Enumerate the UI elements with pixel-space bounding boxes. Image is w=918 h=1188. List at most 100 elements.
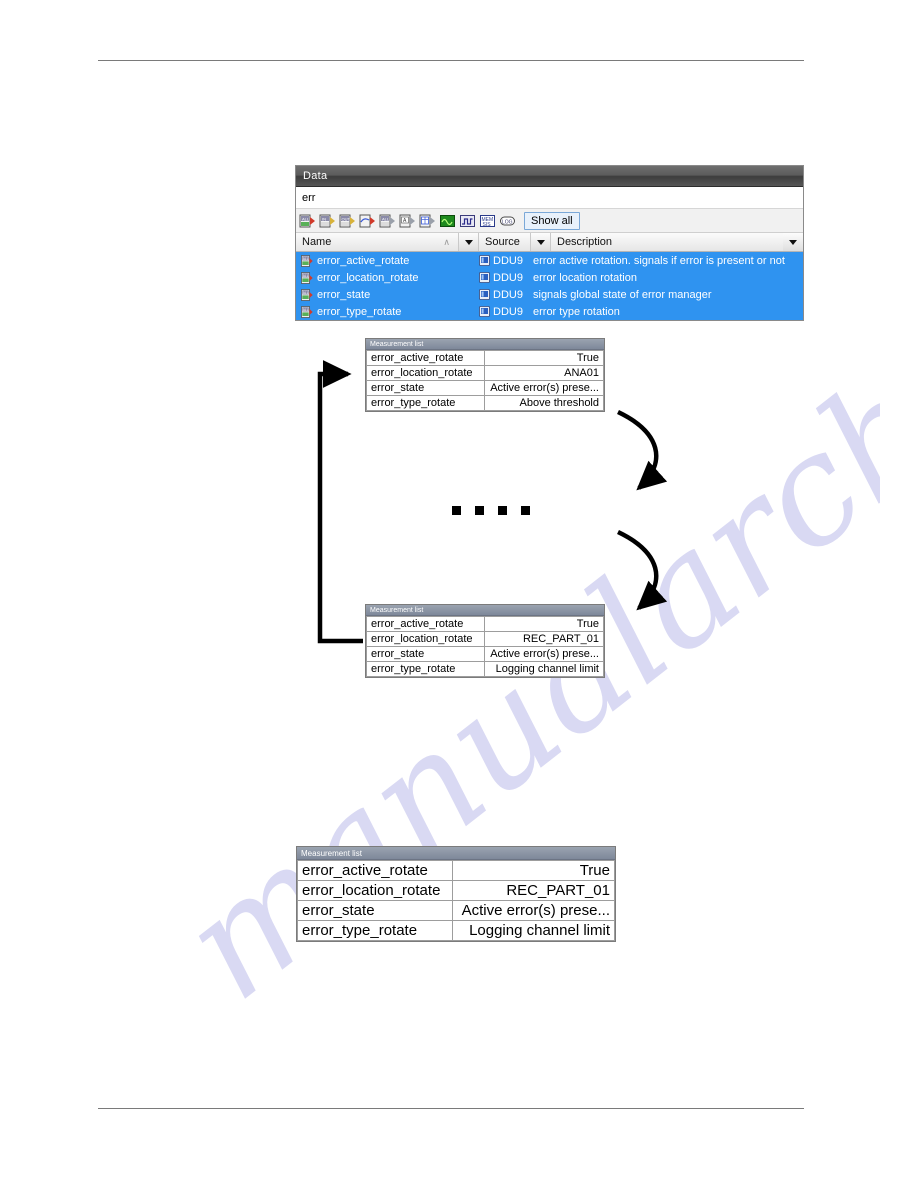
column-header-name-label: Name — [302, 236, 332, 248]
measurement-list-title: Measurement list — [366, 605, 604, 616]
data-panel-toolbar: ALL IN OUT ALL A MEM SIS LOG Show all — [296, 209, 803, 233]
data-row-name: error_state — [317, 288, 371, 301]
data-row[interactable]: ALL error_type_rotate DDU9 error type ro… — [296, 303, 803, 320]
data-row-source: DDU9 — [493, 254, 523, 267]
column-header-description[interactable]: Description — [551, 233, 783, 251]
svg-text:ALL: ALL — [303, 307, 309, 311]
data-row-name-cell: ALL error_active_rotate — [296, 255, 479, 267]
data-row-name-cell: ALL error_type_rotate — [296, 306, 479, 318]
measurement-list-body: error_active_rotate True error_location_r… — [366, 350, 604, 411]
filter-input-value: err — [302, 192, 316, 204]
svg-text:ALL: ALL — [303, 273, 309, 277]
data-row-description: error type rotation — [533, 305, 620, 318]
measurement-key: error_active_rotate — [366, 616, 485, 632]
rotate-arrow-lower — [617, 529, 668, 611]
measurement-list-row: error_state Active error(s) prese... — [366, 646, 604, 662]
analog-channel-icon[interactable]: A — [399, 213, 416, 229]
measurement-value: Active error(s) prese... — [484, 646, 604, 662]
data-row-description: error active rotation. signals if error … — [533, 254, 785, 267]
measurement-key: error_location_rotate — [366, 365, 485, 381]
measurement-value: True — [452, 860, 615, 881]
measurement-signal-icon: ALL — [301, 271, 313, 284]
column-header-source[interactable]: Source — [479, 233, 531, 251]
measurement-value: Active error(s) prese... — [452, 900, 615, 921]
measurement-list-body: error_active_rotate True error_location_r… — [366, 616, 604, 677]
ellipsis-dots — [452, 506, 530, 515]
description-filter-dropdown[interactable] — [783, 233, 803, 251]
curve-channel-icon[interactable] — [359, 213, 376, 229]
feedback-loop-arrow — [317, 360, 363, 644]
dot — [452, 506, 461, 515]
measurement-list-big: Measurement list error_active_rotate Tru… — [296, 846, 616, 942]
measurement-key: error_state — [366, 646, 485, 662]
table-channel-icon[interactable] — [419, 213, 436, 229]
measurement-signal-icon: ALL — [301, 288, 313, 301]
output-channel-icon[interactable]: OUT — [339, 213, 356, 229]
data-row-source-cell: DDU9 — [479, 255, 531, 267]
measurement-list-title: Measurement list — [366, 339, 604, 350]
measurement-value: REC_PART_01 — [484, 631, 604, 647]
measurement-list-title: Measurement list — [297, 847, 615, 860]
measurement-key: error_type_rotate — [366, 661, 485, 677]
device-icon — [479, 272, 490, 283]
measurement-channel-icon[interactable]: ALL — [299, 213, 316, 229]
header-rule — [98, 60, 804, 61]
measurement-list-row: error_active_rotate True — [297, 860, 615, 881]
column-header-row: Name ∧ Source Description — [296, 233, 803, 252]
measurement-list-row: error_location_rotate ANA01 — [366, 365, 604, 381]
measurement-value: Logging channel limit — [484, 661, 604, 677]
measurement-list-row: error_active_rotate True — [366, 350, 604, 366]
column-header-description-label: Description — [557, 236, 613, 248]
dot — [475, 506, 484, 515]
measurement-list-table: error_active_rotate True error_location_r… — [366, 616, 604, 677]
measurement-list-row: error_location_rotate REC_PART_01 — [297, 880, 615, 901]
chevron-down-icon — [464, 239, 473, 245]
measurement-value: REC_PART_01 — [452, 880, 615, 901]
input-channel-icon[interactable]: IN — [319, 213, 336, 229]
measurement-signal-icon: ALL — [301, 305, 313, 318]
measurement-list-row: error_state Active error(s) prese... — [366, 380, 604, 396]
measurement-list-row: error_active_rotate True — [366, 616, 604, 632]
measurement-value: True — [484, 350, 604, 366]
column-header-source-label: Source — [485, 236, 520, 248]
data-rows: ALL error_active_rotate DDU9 error activ… — [296, 252, 803, 320]
source-filter-dropdown[interactable] — [531, 233, 551, 251]
svg-text:OUT: OUT — [342, 216, 351, 221]
digital-signal-icon[interactable] — [459, 213, 476, 229]
data-row-name: error_active_rotate — [317, 254, 410, 267]
data-row[interactable]: ALL error_state DDU9 signals global stat… — [296, 286, 803, 303]
svg-text:IN: IN — [322, 216, 326, 221]
measurement-key: error_type_rotate — [297, 920, 453, 941]
data-row[interactable]: ALL error_active_rotate DDU9 error activ… — [296, 252, 803, 269]
measurement-list-mid: Measurement list error_active_rotate Tru… — [365, 604, 605, 678]
dot — [521, 506, 530, 515]
measurement-key: error_location_rotate — [297, 880, 453, 901]
svg-text:ALL: ALL — [302, 216, 310, 221]
column-header-name[interactable]: Name ∧ — [296, 233, 459, 251]
measurement-list-row: error_type_rotate Logging channel limit — [366, 661, 604, 677]
memory-icon[interactable]: MEM SIS — [479, 213, 496, 229]
calculated-channel-icon[interactable]: ALL — [379, 213, 396, 229]
log-icon[interactable]: LOG — [499, 213, 516, 229]
data-row-source: DDU9 — [493, 271, 523, 284]
svg-text:ALL: ALL — [303, 256, 309, 260]
data-row-name: error_location_rotate — [317, 271, 419, 284]
measurement-list-row: error_location_rotate REC_PART_01 — [366, 631, 604, 647]
filter-input[interactable]: err — [296, 187, 803, 209]
chevron-down-icon — [536, 239, 545, 245]
measurement-key: error_active_rotate — [366, 350, 485, 366]
show-all-button[interactable]: Show all — [524, 211, 580, 230]
data-row[interactable]: ALL error_location_rotate DDU9 error loc… — [296, 269, 803, 286]
measurement-list-table: error_active_rotate True error_location_r… — [366, 350, 604, 411]
measurement-value: Active error(s) prese... — [484, 380, 604, 396]
name-filter-dropdown[interactable] — [459, 233, 479, 251]
waveform-icon[interactable] — [439, 213, 456, 229]
footer-rule — [98, 1108, 804, 1109]
svg-text:ALL: ALL — [303, 290, 309, 294]
data-row-description: signals global state of error manager — [533, 288, 712, 301]
data-row-name-cell: ALL error_state — [296, 289, 479, 301]
rotate-arrow-upper — [617, 409, 668, 491]
device-icon — [479, 306, 490, 317]
measurement-list-body: error_active_rotate True error_location_r… — [297, 860, 615, 941]
data-row-source: DDU9 — [493, 305, 523, 318]
